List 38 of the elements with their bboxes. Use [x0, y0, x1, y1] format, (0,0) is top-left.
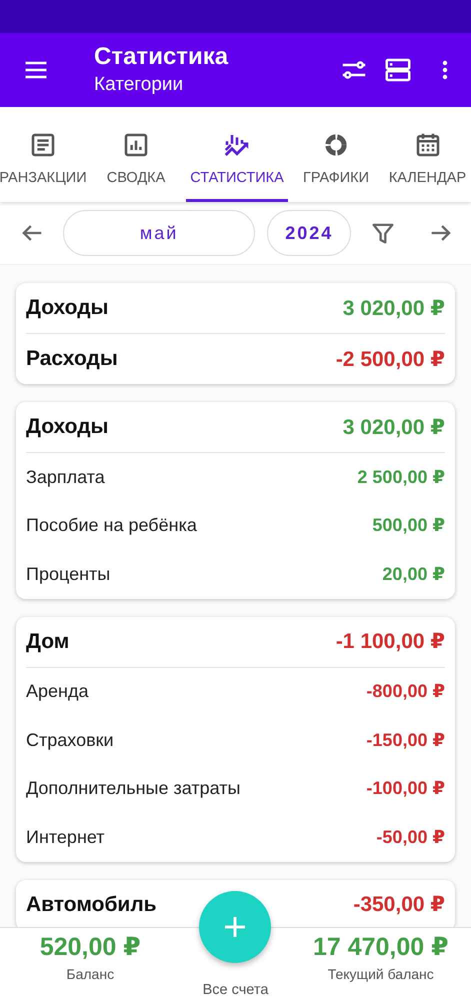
category-amount: 20,00 ₽: [382, 564, 445, 585]
tab[interactable]: РАНЗАКЦИИ: [0, 107, 86, 202]
category-title: Автомобиль: [26, 892, 157, 916]
tab[interactable]: СТАТИСТИКА: [186, 107, 288, 202]
category-amount: -100,00 ₽: [366, 778, 445, 800]
balance-label: Текущий баланс: [328, 966, 434, 982]
category-amount: 2 500,00 ₽: [357, 466, 445, 488]
balance-amount: 17 470,00 ₽: [312, 932, 449, 962]
category-amount: 500,00 ₽: [372, 515, 445, 536]
balance-amount: 520,00 ₽: [40, 932, 141, 962]
accounts-label[interactable]: Все счета: [202, 982, 268, 998]
category-name: Интернет: [26, 826, 105, 848]
category-amount: -800,00 ₽: [366, 681, 445, 702]
category-amount: -50,00 ₽: [376, 826, 445, 848]
balance-label: Баланс: [66, 966, 114, 982]
category-name: Дополнительные затраты: [26, 778, 240, 800]
month-selector[interactable]: май: [62, 210, 256, 256]
category-total: -1 100,00 ₽: [336, 629, 445, 654]
category-title: Дом: [26, 630, 70, 654]
category-total: 3 020,00 ₽: [342, 414, 445, 440]
screen-subtitle: Категории: [94, 73, 184, 97]
category-amount: -150,00 ₽: [366, 730, 445, 751]
category-total: -350,00 ₽: [353, 892, 445, 917]
tab[interactable]: КАЛЕНДАР: [384, 107, 471, 202]
tab[interactable]: СВОДКА: [86, 107, 186, 202]
category-name: Страховки: [26, 730, 114, 751]
category-title: Доходы: [26, 296, 108, 320]
category-name: Аренда: [26, 681, 88, 702]
category-title: Доходы: [26, 415, 108, 439]
category-name: Пособие на ребёнка: [26, 515, 197, 536]
category-title: Расходы: [26, 347, 118, 371]
category-total: -2 500,00 ₽: [336, 346, 445, 372]
category-name: Зарплата: [26, 466, 105, 488]
category-name: Проценты: [26, 564, 110, 585]
tab[interactable]: ГРАФИКИ: [288, 107, 384, 202]
year-selector[interactable]: 2024: [267, 210, 352, 256]
category-total: 3 020,00 ₽: [342, 296, 445, 320]
screen-title: Статистика: [94, 42, 230, 72]
